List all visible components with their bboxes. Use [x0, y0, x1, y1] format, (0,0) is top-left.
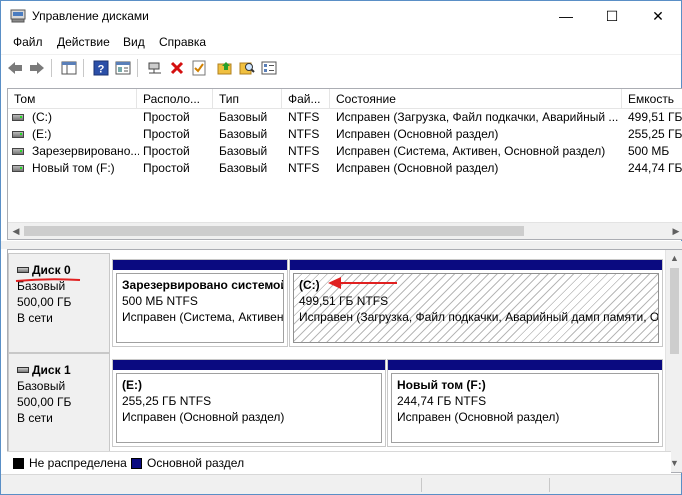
status-bar [1, 474, 681, 494]
partition-status: Исправен (Основной раздел) [397, 410, 560, 424]
forward-icon[interactable] [27, 58, 47, 78]
disk-1-status: В сети [17, 411, 53, 425]
disk-management-icon [10, 9, 26, 23]
partition-size: 499,51 ГБ NTFS [299, 294, 389, 308]
table-row[interactable]: (E:) Простой Базовый NTFS Исправен (Осно… [8, 126, 682, 143]
toolbar: ? [1, 54, 681, 80]
disk-0-status: В сети [17, 311, 53, 325]
legend-unallocated: Не распределена [13, 456, 127, 470]
disk-0-size: 500,00 ГБ [17, 295, 72, 309]
partition-system-reserved[interactable]: Зарезервировано системой 500 МБ NTFS Исп… [112, 259, 288, 347]
scroll-thumb[interactable] [670, 268, 679, 354]
list-icon[interactable] [259, 58, 279, 78]
column-header-layout[interactable]: Располо... [137, 89, 213, 109]
legend-primary: Основной раздел [131, 456, 244, 470]
disk-1-size: 500,00 ГБ [17, 395, 72, 409]
legend: Не распределена Основной раздел [7, 451, 671, 473]
help-icon[interactable]: ? [91, 58, 111, 78]
partition-size: 500 МБ NTFS [122, 294, 198, 308]
volume-icon [12, 148, 24, 155]
partition-name: (E:) [122, 378, 142, 392]
back-icon[interactable] [5, 58, 25, 78]
horizontal-scrollbar[interactable]: ◀ ▶ [8, 222, 682, 239]
partition-status: Исправен (Основной раздел) [122, 410, 285, 424]
menu-file[interactable]: Файл [13, 35, 43, 49]
disk-icon [17, 367, 29, 373]
volume-list: Том Располо... Тип Фай... Состояние Емко… [7, 88, 682, 240]
partition-size: 244,74 ГБ NTFS [397, 394, 487, 408]
disk-management-window: Управление дисками — ☐ ✕ Файл Действие В… [0, 0, 682, 495]
scroll-right-icon[interactable]: ▶ [668, 223, 682, 239]
disk-icon [17, 267, 29, 273]
unallocated-swatch [13, 457, 24, 469]
connect-icon[interactable] [145, 58, 165, 78]
svg-text:?: ? [98, 64, 105, 76]
delete-icon[interactable] [167, 58, 187, 78]
console-tree-icon[interactable] [59, 58, 79, 78]
disk-0-name: Диск 0 [32, 263, 71, 277]
partition-status: Исправен (Загрузка, Файл подкачки, Авари… [299, 310, 659, 324]
table-row[interactable]: Новый том (F:) Простой Базовый NTFS Испр… [8, 160, 682, 177]
menu-action[interactable]: Действие [57, 35, 110, 49]
partition-e[interactable]: (E:) 255,25 ГБ NTFS Исправен (Основной р… [112, 359, 386, 447]
title-bar: Управление дисками — ☐ ✕ [1, 1, 681, 31]
disk-1-type: Базовый [17, 379, 66, 393]
menu-view[interactable]: Вид [123, 35, 145, 49]
close-button[interactable]: ✕ [635, 1, 681, 31]
volume-icon [12, 114, 24, 121]
disk-1-info[interactable]: Диск 1 Базовый 500,00 ГБ В сети [8, 353, 110, 453]
table-row[interactable]: (C:) Простой Базовый NTFS Исправен (Загр… [8, 109, 682, 126]
column-header-status[interactable]: Состояние [330, 89, 622, 109]
vertical-scrollbar[interactable]: ▲ ▼ [665, 250, 682, 472]
column-header-volume[interactable]: Том [8, 89, 137, 109]
scroll-up-icon[interactable]: ▲ [666, 250, 682, 267]
search-icon[interactable] [237, 58, 257, 78]
minimize-button[interactable]: — [543, 1, 589, 31]
partition-status: Исправен (Система, Активен, Основной раз… [122, 310, 284, 324]
partition-f[interactable]: Новый том (F:) 244,74 ГБ NTFS Исправен (… [387, 359, 663, 447]
disk-0-info[interactable]: Диск 0 Базовый 500,00 ГБ В сети [8, 253, 110, 353]
scroll-thumb[interactable] [24, 226, 524, 236]
annotation-underline [15, 278, 81, 282]
partition-c[interactable]: (C:) 499,51 ГБ NTFS Исправен (Загрузка, … [289, 259, 663, 347]
pane-splitter[interactable] [1, 241, 682, 249]
window-title: Управление дисками [32, 9, 149, 23]
disk-1-name: Диск 1 [32, 363, 71, 377]
volume-icon [12, 131, 24, 138]
maximize-button[interactable]: ☐ [589, 1, 635, 31]
folder-up-icon[interactable] [215, 58, 235, 78]
column-header-filesystem[interactable]: Фай... [282, 89, 330, 109]
partition-size: 255,25 ГБ NTFS [122, 394, 212, 408]
partition-name: Зарезервировано системой [122, 278, 284, 292]
column-header-capacity[interactable]: Емкость [622, 89, 682, 109]
menu-help[interactable]: Справка [159, 35, 206, 49]
annotation-arrow [328, 277, 397, 289]
check-icon[interactable] [189, 58, 209, 78]
scroll-left-icon[interactable]: ◀ [8, 223, 24, 239]
column-header-type[interactable]: Тип [213, 89, 282, 109]
table-row[interactable]: Зарезервировано... Простой Базовый NTFS … [8, 143, 682, 160]
partition-name: Новый том (F:) [397, 378, 486, 392]
menu-bar: Файл Действие Вид Справка [1, 31, 681, 53]
primary-swatch [131, 457, 142, 469]
properties-icon[interactable] [113, 58, 133, 78]
volume-icon [12, 165, 24, 172]
